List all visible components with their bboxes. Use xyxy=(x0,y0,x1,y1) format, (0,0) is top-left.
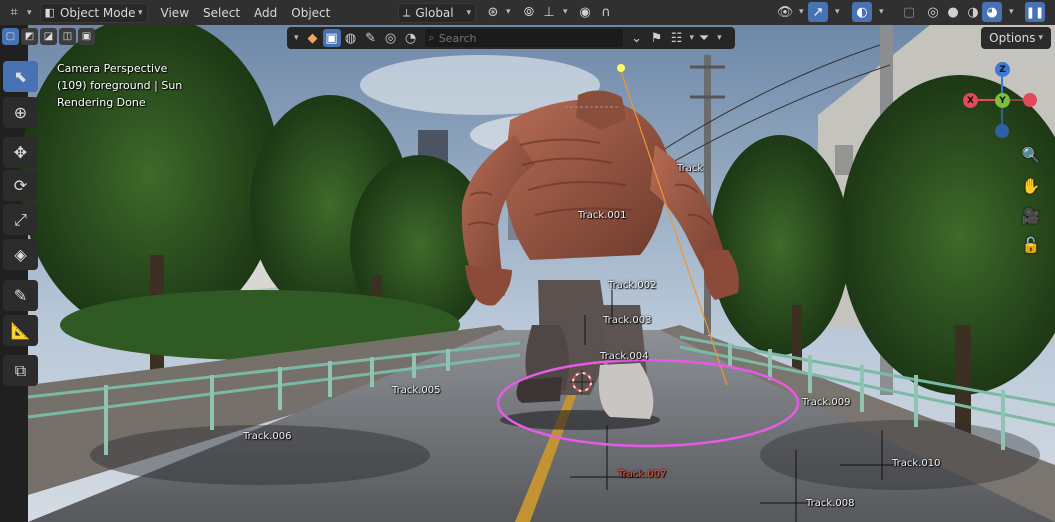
filter-world-icon[interactable]: ◎ xyxy=(381,28,401,48)
object-filter-bar: ▾ ◆ ▣ ◍ ✎ ◎ ◔ ⌕ ⌄ ⚑ ☷ ▾ ⏷ ▾ xyxy=(287,27,735,49)
falloff-curve-icon[interactable]: ∩ xyxy=(596,3,616,23)
viewport-header: ⌗ ▾ ◧ Object Mode ▾ View Select Add Obje… xyxy=(0,0,1055,25)
filter-scene-icon[interactable]: ◔ xyxy=(401,28,421,48)
chevron-down-icon[interactable]: ▾ xyxy=(1009,7,1014,17)
pan-hand-icon[interactable]: ✋ xyxy=(1019,174,1043,198)
select-invert-icon[interactable]: ◫ xyxy=(59,28,76,45)
overlays-toggle-icon[interactable]: ◐ xyxy=(852,2,872,22)
chevron-down-icon: ▾ xyxy=(466,7,471,18)
bookmark-icon[interactable]: ⚑ xyxy=(647,28,667,48)
viewport-info-overlay: Camera Perspective (109) foreground | Su… xyxy=(57,60,182,111)
mode-dropdown[interactable]: ◧ Object Mode ▾ xyxy=(39,2,148,23)
cursor-tool-icon[interactable]: ⊕ xyxy=(3,97,38,128)
menu-select[interactable]: Select xyxy=(196,3,247,23)
gizmo-toggle-icon[interactable]: ↗ xyxy=(808,2,828,22)
chevron-down-icon[interactable]: ▾ xyxy=(835,7,840,17)
display-mode-icon[interactable]: ☷ xyxy=(667,28,687,48)
track-label[interactable]: Track.004 xyxy=(600,351,648,362)
gizmo-x-axis[interactable]: X xyxy=(963,93,978,108)
camera-view-icon[interactable]: 🎥 xyxy=(1019,204,1043,228)
track-label[interactable]: Track.010 xyxy=(892,458,940,469)
chevron-down-icon[interactable]: ▾ xyxy=(717,33,722,43)
menu-add[interactable]: Add xyxy=(247,3,284,23)
rotate-tool-icon[interactable]: ⟳ xyxy=(3,170,38,201)
track-label-highlighted[interactable]: Track.007 xyxy=(618,469,666,480)
mode-label: Object Mode xyxy=(59,5,136,20)
gizmo-y-axis[interactable]: Y xyxy=(995,93,1010,108)
proportional-edit-icon[interactable]: ◉ xyxy=(575,3,595,23)
axes-icon: ⟂ xyxy=(403,5,411,19)
object-types-icon[interactable]: ◆ xyxy=(303,28,323,48)
track-label[interactable]: Track.008 xyxy=(806,498,854,509)
3d-viewport[interactable]: Camera Perspective (109) foreground | Su… xyxy=(0,25,1055,522)
track-label[interactable]: Track.006 xyxy=(243,431,291,442)
selection-mode-group: ▢ ◩ ◪ ◫ ▣ xyxy=(2,28,95,48)
pause-render-icon[interactable]: ❚❚ xyxy=(1025,2,1045,22)
chevron-down-icon[interactable]: ▾ xyxy=(879,7,884,17)
frame-object-info: (109) foreground | Sun xyxy=(57,79,183,92)
visibility-eye-icon[interactable]: 👁 xyxy=(775,3,795,23)
rendered-shading-icon[interactable]: ◕ xyxy=(982,2,1002,22)
search-dropdown-icon[interactable]: ⌄ xyxy=(627,28,647,48)
gizmo-z-axis[interactable]: Z xyxy=(995,62,1010,77)
snap-target-icon[interactable]: ⊥ xyxy=(539,3,559,23)
filter-mesh-icon[interactable]: ▣ xyxy=(322,29,341,47)
filter-material-icon[interactable]: ◍ xyxy=(341,28,361,48)
add-cube-tool-icon[interactable]: ⧉ xyxy=(3,355,38,386)
zoom-icon[interactable]: 🔍 xyxy=(1019,143,1043,167)
chevron-down-icon: ▾ xyxy=(138,7,143,18)
material-shading-icon[interactable]: ◑ xyxy=(963,3,983,23)
chevron-down-icon[interactable]: ▾ xyxy=(294,33,299,43)
track-label[interactable]: Track.005 xyxy=(392,385,440,396)
move-tool-icon[interactable]: ✥ xyxy=(3,137,38,168)
render-status: Rendering Done xyxy=(57,96,146,109)
select-new-icon[interactable]: ▢ xyxy=(2,28,19,45)
track-label[interactable]: Track.009 xyxy=(802,397,850,408)
options-label: Options xyxy=(989,31,1036,45)
menu-view[interactable]: View xyxy=(154,3,196,23)
editor-type-icon[interactable]: ⌗ xyxy=(4,3,24,23)
solid-shading-icon[interactable]: ● xyxy=(943,3,963,23)
orientation-dropdown[interactable]: ⟂ Global ▾ xyxy=(398,2,476,23)
wireframe-shading-icon[interactable]: ◎ xyxy=(923,3,943,23)
view-name: Camera Perspective xyxy=(57,62,168,75)
search-field[interactable]: ⌕ xyxy=(424,29,623,47)
measure-tool-icon[interactable]: 📐 xyxy=(3,315,38,346)
scale-tool-icon[interactable]: ⤢ xyxy=(3,204,38,235)
chevron-down-icon[interactable]: ▾ xyxy=(563,7,568,17)
search-input[interactable] xyxy=(438,31,609,45)
chevron-down-icon[interactable]: ▾ xyxy=(27,8,32,18)
track-label[interactable]: Track xyxy=(677,163,703,174)
menu-object[interactable]: Object xyxy=(284,3,337,23)
track-label[interactable]: Track.003 xyxy=(603,315,651,326)
xray-icon[interactable]: ▢ xyxy=(899,3,919,23)
select-subtract-icon[interactable]: ◪ xyxy=(40,28,57,45)
select-box-tool-icon[interactable]: ⬉ xyxy=(3,61,38,92)
track-label[interactable]: Track.002 xyxy=(608,280,656,291)
filter-funnel-icon[interactable]: ⏷ xyxy=(694,28,714,48)
tool-shelf: ⬉ ⊕ ✥ ⟳ ⤢ ◈ ✎ 📐 ⧉ xyxy=(0,57,41,522)
transform-tool-icon[interactable]: ◈ xyxy=(3,239,38,270)
orientation-label: Global xyxy=(415,5,454,20)
select-intersect-icon[interactable]: ▣ xyxy=(78,28,95,45)
annotate-tool-icon[interactable]: ✎ xyxy=(3,280,38,311)
track-label[interactable]: Track.001 xyxy=(578,210,626,221)
chevron-down-icon[interactable]: ▾ xyxy=(506,7,511,17)
object-mode-icon: ◧ xyxy=(44,6,55,19)
select-extend-icon[interactable]: ◩ xyxy=(21,28,38,45)
search-icon: ⌕ xyxy=(428,31,435,44)
pivot-point-icon[interactable]: ⊛ xyxy=(483,3,503,23)
snap-icon[interactable]: ⦾ xyxy=(519,3,539,23)
filter-image-icon[interactable]: ✎ xyxy=(361,28,381,48)
chevron-down-icon: ▾ xyxy=(1038,33,1043,43)
options-dropdown[interactable]: Options ▾ xyxy=(981,27,1051,49)
lock-icon[interactable]: 🔓 xyxy=(1019,233,1043,257)
chevron-down-icon[interactable]: ▾ xyxy=(799,7,804,17)
